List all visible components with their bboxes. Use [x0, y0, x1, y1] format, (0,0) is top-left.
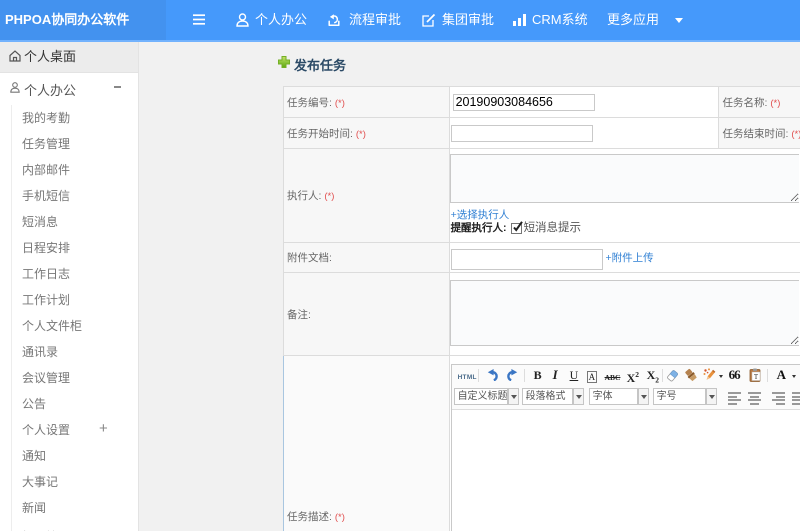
svg-text:T: T [753, 373, 758, 381]
